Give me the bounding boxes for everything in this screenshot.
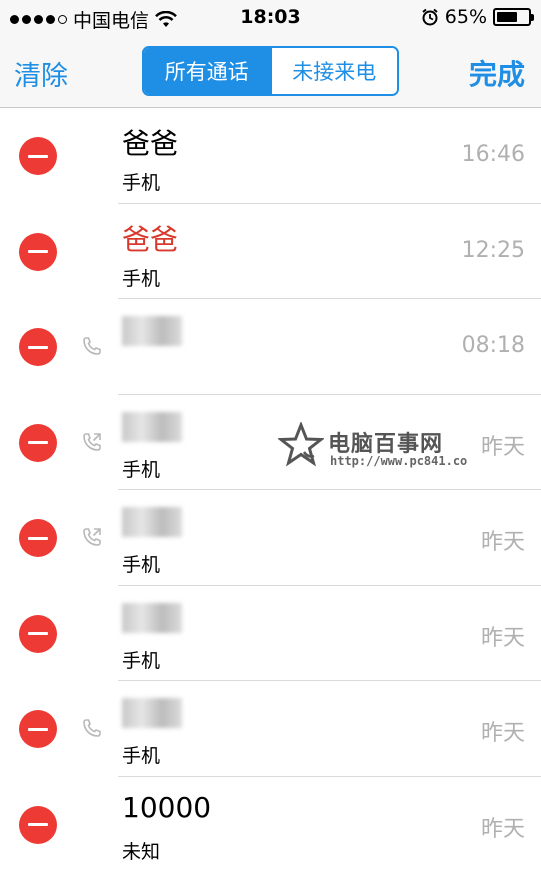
call-row[interactable]: 手机 昨天	[0, 395, 541, 490]
caller-name	[122, 698, 182, 728]
navigation-bar: 清除 所有通话 未接来电 完成	[0, 36, 541, 108]
status-right: 65%	[421, 6, 534, 28]
clear-button[interactable]: 清除	[14, 54, 68, 93]
call-row[interactable]: 手机 昨天	[0, 586, 541, 681]
delete-minus-icon[interactable]	[19, 137, 57, 175]
call-time: 昨天	[480, 530, 525, 555]
call-row[interactable]: 爸爸手机 16:46	[0, 108, 541, 204]
call-row[interactable]: 08:18	[0, 299, 541, 395]
call-number-type: 手机	[122, 745, 161, 767]
caller-name: 爸爸	[122, 222, 179, 256]
segment-all-calls[interactable]: 所有通话	[144, 48, 270, 94]
battery-fill	[497, 12, 517, 22]
delete-minus-icon[interactable]	[19, 710, 57, 748]
call-filter-segmented-control: 所有通话 未接来电	[142, 46, 399, 96]
phone-icon	[81, 335, 103, 357]
call-row[interactable]: 手机 昨天	[0, 681, 541, 777]
call-row[interactable]: 爸爸手机 12:25	[0, 204, 541, 299]
caller-name	[122, 316, 182, 346]
battery-percent: 65%	[444, 6, 487, 28]
outgoing-call-icon	[81, 526, 103, 548]
recent-calls-list: 爸爸 手机 16:46 爸爸 手机 12:25 08:18 手机 昨天 手机 昨天 手机 昨天 手机 昨天 1…	[0, 108, 541, 871]
delete-minus-icon[interactable]	[19, 519, 57, 557]
call-time: 12:25	[461, 237, 525, 263]
segment-missed-calls[interactable]: 未接来电	[269, 48, 397, 94]
call-number-type: 手机	[122, 458, 161, 481]
status-bar: 中国电信 18:03 65%	[0, 0, 541, 36]
call-number-type: 未知	[122, 840, 161, 863]
call-time: 16:46	[461, 142, 525, 167]
caller-name: 10000	[122, 790, 212, 824]
call-number-type: 手机	[122, 649, 161, 672]
call-time: 昨天	[480, 721, 525, 746]
call-time: 08:18	[461, 333, 525, 358]
caller-name	[122, 602, 182, 633]
call-time: 昨天	[480, 816, 525, 842]
delete-minus-icon[interactable]	[19, 232, 57, 271]
delete-minus-icon[interactable]	[19, 614, 57, 653]
call-number-type: 手机	[122, 172, 161, 194]
caller-name	[122, 507, 182, 537]
call-number-type: 手机	[122, 554, 161, 576]
call-row[interactable]: 10000 未知 昨天	[0, 777, 541, 871]
delete-minus-icon[interactable]	[19, 805, 57, 844]
delete-minus-icon[interactable]	[19, 423, 57, 462]
caller-name: 爸爸	[122, 127, 179, 160]
done-button[interactable]: 完成	[469, 53, 525, 93]
outgoing-call-icon	[81, 431, 103, 453]
phone-icon	[81, 717, 103, 739]
call-time: 昨天	[480, 434, 525, 460]
alarm-clock-icon	[422, 8, 438, 26]
delete-minus-icon[interactable]	[19, 328, 57, 366]
caller-name	[122, 411, 182, 442]
call-row[interactable]: 手机 昨天	[0, 490, 541, 586]
call-time: 昨天	[480, 625, 525, 651]
battery-icon	[493, 8, 534, 26]
call-number-type: 手机	[122, 267, 161, 290]
